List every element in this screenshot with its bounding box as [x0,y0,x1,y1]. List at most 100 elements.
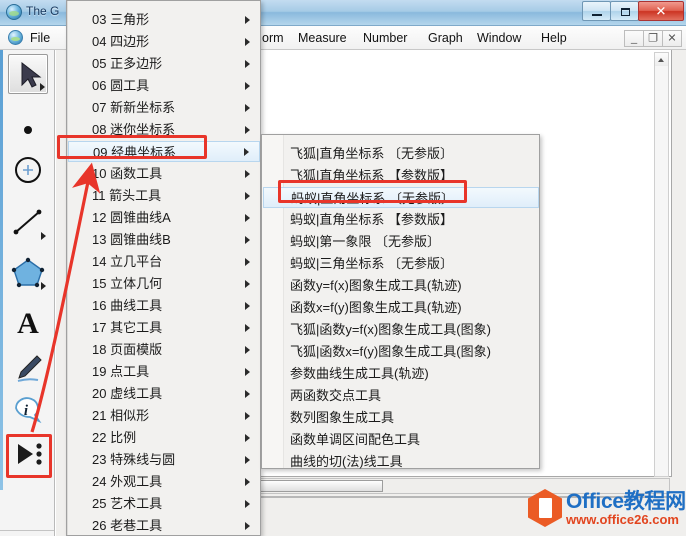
menu-item-label: 09 经典坐标系 [93,145,177,160]
menu-item[interactable]: 26 老巷工具 [68,515,260,536]
submenu-item[interactable]: 飞狐|直角坐标系 【参数版】 [263,165,539,186]
chevron-right-icon [245,125,250,134]
submenu-item[interactable]: 蚂蚁|直角坐标系 【参数版】 [263,209,539,230]
menu-item[interactable]: 20 虚线工具 [68,383,260,404]
menu-item[interactable]: 14 立几平台 [68,251,260,272]
information-tool[interactable]: i [8,390,48,430]
menu-transform[interactable]: orm [258,29,288,47]
submenu-item[interactable]: 数列图象生成工具 [263,407,539,428]
menu-item[interactable]: 10 函数工具 [68,163,260,184]
submenu-item-label: 数列图象生成工具 [290,410,395,425]
submenu-item[interactable]: 参数曲线生成工具(轨迹) [263,363,539,384]
scroll-up-icon[interactable] [655,53,668,66]
menu-item[interactable]: 12 圆锥曲线A [68,207,260,228]
submenu-item[interactable]: 蚂蚁|第一象限 〔无参版〕 [263,231,539,252]
menu-file[interactable]: File [26,29,54,47]
restore-icon: ❐ [648,32,658,44]
outer-window-controls: ✕ [582,1,684,22]
menu-item-label: 26 老巷工具 [92,518,163,533]
menu-item[interactable]: 03 三角形 [68,9,260,30]
menu-item[interactable]: 18 页面模版 [68,339,260,360]
menu-item-label: 13 圆锥曲线B [92,232,171,247]
menu-help[interactable]: Help [537,29,571,47]
menu-item-label: 04 四边形 [92,34,150,49]
menu-item[interactable]: 22 比例 [68,427,260,448]
arrow-select-tool[interactable] [8,54,48,94]
menu-item-label: 16 曲线工具 [92,298,163,313]
chevron-right-icon [245,345,250,354]
play-dots-icon [18,443,42,465]
text-tool[interactable]: A [8,302,48,342]
chevron-right-icon [41,232,46,240]
document-restore-button[interactable]: ❐ [643,30,663,47]
submenu-item[interactable]: 飞狐|函数x=f(y)图象生成工具(图象) [263,341,539,362]
submenu-item[interactable]: 函数y=f(x)图象生成工具(轨迹) [263,275,539,296]
menu-item[interactable]: 05 正多边形 [68,53,260,74]
submenu-item[interactable]: 飞狐|直角坐标系 〔无参版〕 [263,143,539,164]
submenu-item[interactable]: 函数单调区间配色工具 [263,429,539,450]
sketchpad-toolbox: A i Choose [0,50,55,536]
menu-graph[interactable]: Graph [424,29,467,47]
close-icon: ✕ [655,3,667,19]
menu-item[interactable]: 07 新新坐标系 [68,97,260,118]
menu-measure[interactable]: Measure [294,29,351,47]
menu-item[interactable]: 16 曲线工具 [68,295,260,316]
polygon-tool[interactable] [8,252,48,292]
document-minimize-button[interactable]: _ [624,30,644,47]
menu-window[interactable]: Window [473,29,525,47]
chevron-right-icon [245,301,250,310]
sketchpad-globe-icon [6,4,22,20]
menu-item-label: 05 正多边形 [92,56,163,71]
menu-item-label: 20 虚线工具 [92,386,163,401]
menu-item[interactable]: 15 立体几何 [68,273,260,294]
menu-item[interactable]: 08 迷你坐标系 [68,119,260,140]
chevron-right-icon [40,83,45,91]
submenu-item[interactable]: 两函数交点工具 [263,385,539,406]
menu-item-label: 18 页面模版 [92,342,163,357]
menu-item[interactable]: 24 外观工具 [68,471,260,492]
menu-item[interactable]: 13 圆锥曲线B [68,229,260,250]
chevron-right-icon [245,433,250,442]
submenu-item-label: 飞狐|函数y=f(x)图象生成工具(图象) [290,322,491,337]
menu-item-label: 08 迷你坐标系 [92,122,176,137]
submenu-item-label: 函数y=f(x)图象生成工具(轨迹) [290,278,462,293]
outer-minimize-button[interactable] [582,1,611,21]
marker-tool[interactable] [8,348,48,388]
menu-item[interactable]: 09 经典坐标系 [68,141,260,162]
menu-item[interactable]: 17 其它工具 [68,317,260,338]
submenu-item-label: 参数曲线生成工具(轨迹) [290,366,429,381]
document-close-button[interactable]: ✕ [662,30,682,47]
outer-close-button[interactable]: ✕ [638,1,684,21]
menu-item[interactable]: 04 四边形 [68,31,260,52]
submenu-item[interactable]: 蚂蚁|三角坐标系 〔无参版〕 [263,253,539,274]
chevron-right-icon [245,323,250,332]
chevron-right-icon [245,367,250,376]
submenu-item[interactable]: 曲线的切(法)线工具 [263,451,539,472]
outer-maximize-button[interactable] [610,1,639,21]
screenshot-root: The G ✕ File orm Measure Number Graph Wi… [0,0,686,536]
submenu-item[interactable]: 飞狐|函数y=f(x)图象生成工具(图象) [263,319,539,340]
submenu-item[interactable]: 函数x=f(y)图象生成工具(轨迹) [263,297,539,318]
chevron-right-icon [245,411,250,420]
info-bubble-icon: i [15,397,42,424]
custom-tool[interactable] [8,434,48,474]
svg-text:A: A [17,307,39,340]
menu-item[interactable]: 06 圆工具 [68,75,260,96]
menu-item[interactable]: 19 点工具 [68,361,260,382]
straightedge-tool[interactable] [8,202,48,242]
menu-item[interactable]: 25 艺术工具 [68,493,260,514]
submenu-item-label: 飞狐|直角坐标系 〔无参版〕 [290,146,453,161]
menu-item-label: 23 特殊线与圆 [92,452,176,467]
outer-window-title: The G [26,4,60,18]
canvas-horizontal-scrollbar[interactable] [256,478,670,494]
menu-item[interactable]: 23 特殊线与圆 [68,449,260,470]
menu-item[interactable]: 21 相似形 [68,405,260,426]
canvas-vertical-scrollbar[interactable] [654,52,669,477]
menu-item-label: 25 艺术工具 [92,496,163,511]
horizontal-scroll-thumb[interactable] [258,480,383,492]
point-tool[interactable] [8,110,48,150]
menu-number[interactable]: Number [359,29,411,47]
compass-circle-tool[interactable] [8,150,48,190]
menu-item[interactable]: 11 箭头工具 [68,185,260,206]
submenu-item[interactable]: 蚂蚁|直角坐标系 〔无参版〕 [263,187,539,208]
